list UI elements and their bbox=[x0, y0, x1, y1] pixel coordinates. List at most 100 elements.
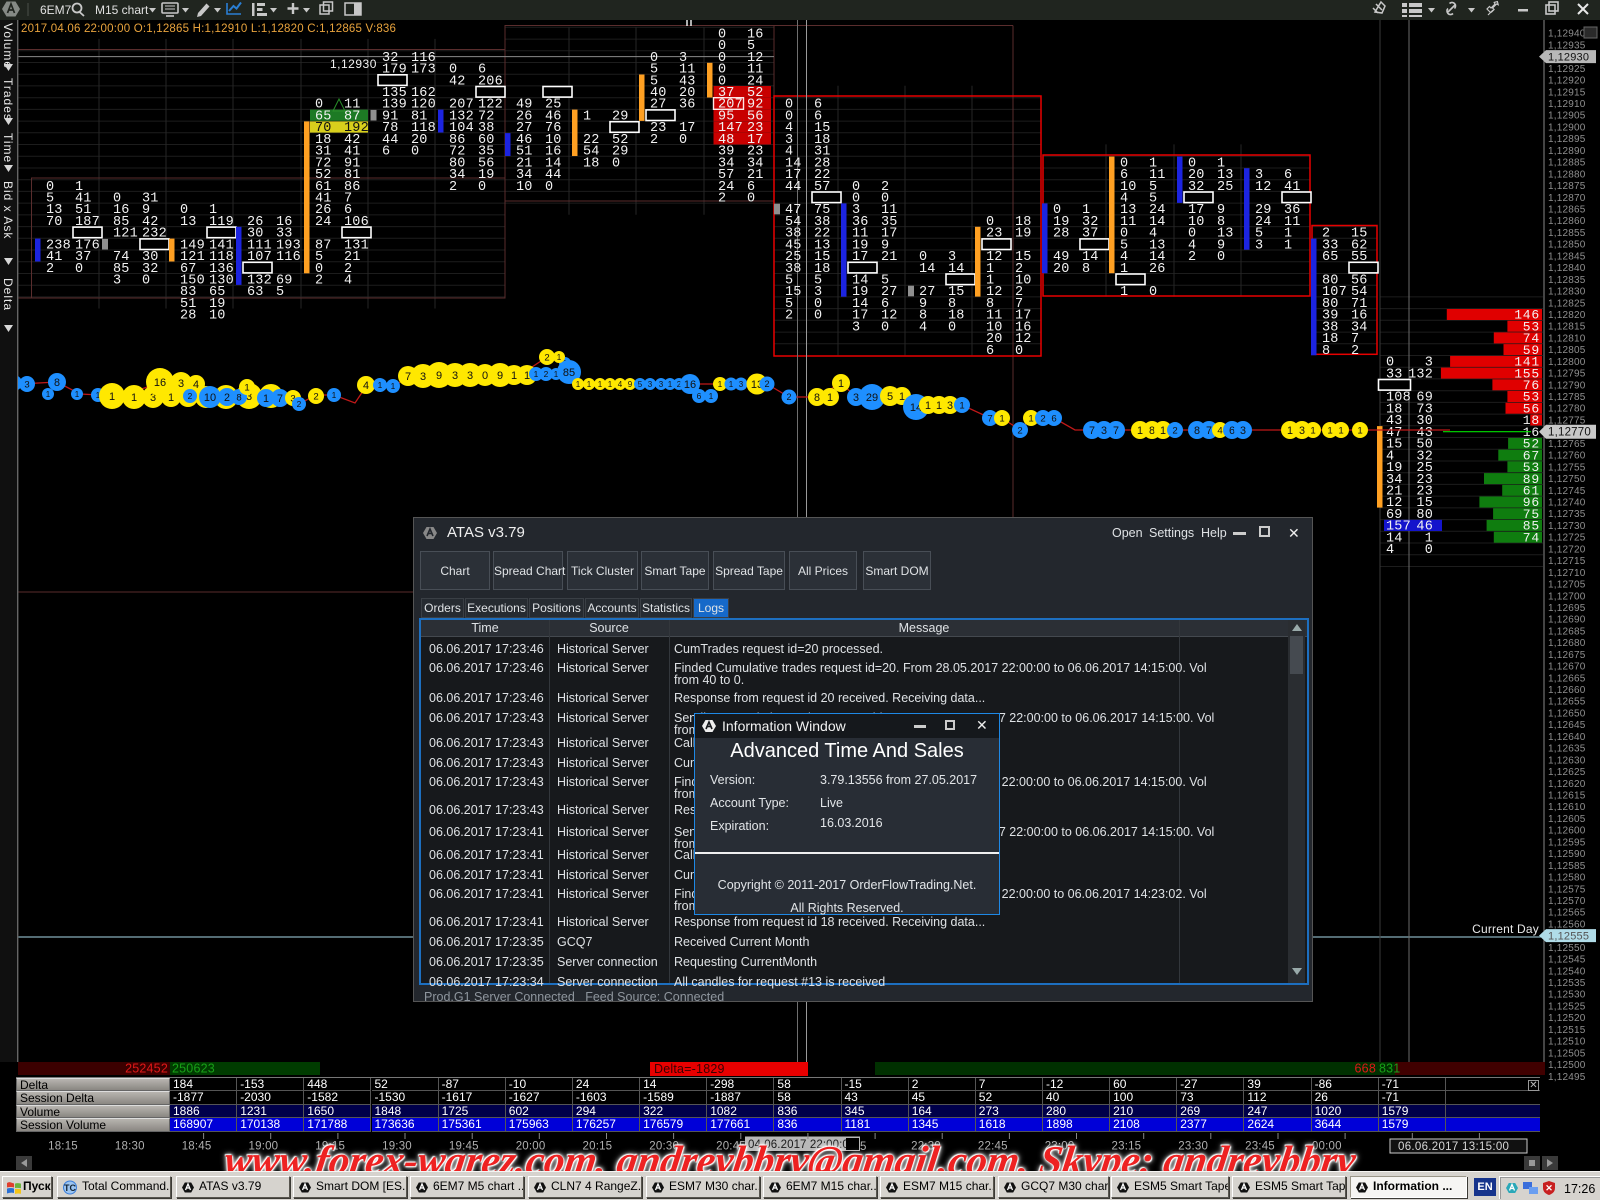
svg-text:1,12710: 1,12710 bbox=[1548, 568, 1586, 579]
svg-text:1,12640: 1,12640 bbox=[1548, 732, 1586, 743]
svg-text:250623: 250623 bbox=[172, 1062, 215, 1076]
svg-text:3: 3 bbox=[648, 380, 653, 389]
svg-text:0: 0 bbox=[142, 274, 150, 289]
svg-text:2: 2 bbox=[1040, 414, 1045, 425]
svg-text:28: 28 bbox=[180, 309, 197, 324]
svg-text:1,12730: 1,12730 bbox=[1548, 521, 1586, 532]
svg-text:4: 4 bbox=[919, 320, 927, 335]
svg-text:3: 3 bbox=[1299, 425, 1305, 437]
svg-text:1: 1 bbox=[1327, 426, 1332, 437]
svg-text:10: 10 bbox=[516, 180, 533, 195]
svg-text:6: 6 bbox=[986, 344, 994, 359]
svg-text:1,12670: 1,12670 bbox=[1548, 662, 1586, 673]
svg-text:1,12815: 1,12815 bbox=[1548, 322, 1586, 333]
svg-text:17: 17 bbox=[747, 133, 764, 148]
svg-text:1,12865: 1,12865 bbox=[1548, 205, 1586, 216]
svg-text:65: 65 bbox=[1322, 250, 1339, 265]
svg-text:1,12570: 1,12570 bbox=[1548, 896, 1586, 907]
svg-text:0: 0 bbox=[482, 370, 488, 382]
svg-text:7: 7 bbox=[277, 393, 283, 405]
svg-text:1: 1 bbox=[378, 380, 383, 390]
svg-text:7: 7 bbox=[1206, 425, 1212, 437]
svg-text:7: 7 bbox=[987, 414, 992, 425]
svg-text:12: 12 bbox=[1255, 180, 1272, 195]
svg-text:0: 0 bbox=[411, 145, 419, 160]
svg-text:1,12725: 1,12725 bbox=[1548, 533, 1586, 544]
svg-text:2: 2 bbox=[785, 309, 793, 324]
svg-text:252452: 252452 bbox=[125, 1062, 168, 1076]
svg-text:1,12575: 1,12575 bbox=[1548, 884, 1586, 895]
svg-text:5: 5 bbox=[887, 391, 893, 403]
svg-text:3: 3 bbox=[947, 400, 953, 412]
svg-text:18:30: 18:30 bbox=[115, 1141, 145, 1153]
svg-text:1: 1 bbox=[729, 380, 734, 389]
svg-text:1,12510: 1,12510 bbox=[1548, 1037, 1586, 1048]
svg-text:3: 3 bbox=[659, 380, 664, 389]
svg-text:1,12695: 1,12695 bbox=[1548, 603, 1586, 614]
svg-text:1: 1 bbox=[391, 381, 396, 391]
svg-text:1,12795: 1,12795 bbox=[1548, 369, 1586, 380]
svg-text:1,12500: 1,12500 bbox=[1548, 1060, 1586, 1071]
svg-text:2: 2 bbox=[718, 192, 726, 207]
svg-text:1,12860: 1,12860 bbox=[1548, 216, 1586, 227]
svg-text:1,12930: 1,12930 bbox=[330, 57, 377, 71]
svg-text:1,12825: 1,12825 bbox=[1548, 298, 1586, 309]
svg-text:0: 0 bbox=[1015, 344, 1023, 359]
svg-text:1,12635: 1,12635 bbox=[1548, 744, 1586, 755]
svg-text:2: 2 bbox=[46, 262, 54, 277]
svg-text:1,12560: 1,12560 bbox=[1548, 919, 1586, 930]
svg-text:1,12810: 1,12810 bbox=[1548, 333, 1586, 344]
svg-text:1: 1 bbox=[109, 391, 115, 403]
svg-text:1: 1 bbox=[244, 383, 249, 394]
svg-text:1: 1 bbox=[598, 380, 603, 389]
svg-text:8: 8 bbox=[1194, 425, 1200, 437]
svg-text:85: 85 bbox=[563, 367, 575, 379]
svg-text:668: 668 bbox=[1355, 1062, 1376, 1076]
svg-text:1: 1 bbox=[827, 392, 833, 404]
svg-text:21: 21 bbox=[881, 250, 898, 265]
svg-text:74: 74 bbox=[1523, 530, 1540, 545]
svg-text:0: 0 bbox=[1217, 250, 1225, 265]
svg-text:1,12910: 1,12910 bbox=[1548, 99, 1586, 110]
svg-text:3: 3 bbox=[24, 380, 29, 391]
svg-text:1,12675: 1,12675 bbox=[1548, 650, 1586, 661]
svg-text:2: 2 bbox=[188, 391, 193, 401]
svg-text:1,12665: 1,12665 bbox=[1548, 673, 1586, 684]
svg-text:46: 46 bbox=[1416, 520, 1433, 535]
svg-text:28: 28 bbox=[1053, 227, 1070, 242]
svg-text:4: 4 bbox=[618, 380, 623, 389]
svg-text:2: 2 bbox=[297, 399, 302, 409]
svg-text:1: 1 bbox=[263, 393, 269, 405]
svg-text:0: 0 bbox=[747, 192, 755, 207]
svg-text:2: 2 bbox=[764, 379, 769, 389]
svg-text:42: 42 bbox=[449, 74, 466, 89]
svg-text:9: 9 bbox=[436, 370, 442, 382]
svg-text:1,12885: 1,12885 bbox=[1548, 158, 1586, 169]
svg-text:1,12780: 1,12780 bbox=[1548, 404, 1586, 415]
svg-text:6: 6 bbox=[382, 145, 390, 160]
svg-text:1,12660: 1,12660 bbox=[1548, 685, 1586, 696]
svg-text:1,12625: 1,12625 bbox=[1548, 767, 1586, 778]
svg-text:1: 1 bbox=[583, 109, 591, 124]
svg-text:1: 1 bbox=[1120, 285, 1128, 300]
svg-text:18: 18 bbox=[583, 156, 600, 171]
svg-text:4: 4 bbox=[363, 380, 369, 392]
svg-text:Delta=-1829: Delta=-1829 bbox=[654, 1062, 725, 1076]
svg-text:2: 2 bbox=[786, 392, 791, 402]
svg-text:1,12850: 1,12850 bbox=[1548, 240, 1586, 251]
svg-text:Volume: Volume bbox=[1, 23, 15, 69]
svg-text:70: 70 bbox=[315, 121, 332, 136]
svg-text:1: 1 bbox=[46, 390, 51, 399]
svg-text:1,12760: 1,12760 bbox=[1548, 451, 1586, 462]
svg-text:0: 0 bbox=[75, 262, 83, 277]
svg-text:121: 121 bbox=[113, 227, 138, 242]
svg-text:25: 25 bbox=[1217, 180, 1234, 195]
svg-text:10: 10 bbox=[204, 392, 216, 404]
svg-text:1,12720: 1,12720 bbox=[1548, 544, 1586, 555]
svg-text:1,12585: 1,12585 bbox=[1548, 861, 1586, 872]
svg-text:1,12580: 1,12580 bbox=[1548, 873, 1586, 884]
svg-text:1,12630: 1,12630 bbox=[1548, 755, 1586, 766]
svg-text:1: 1 bbox=[709, 391, 714, 401]
svg-text:8: 8 bbox=[54, 377, 60, 389]
svg-text:1: 1 bbox=[1284, 238, 1292, 253]
